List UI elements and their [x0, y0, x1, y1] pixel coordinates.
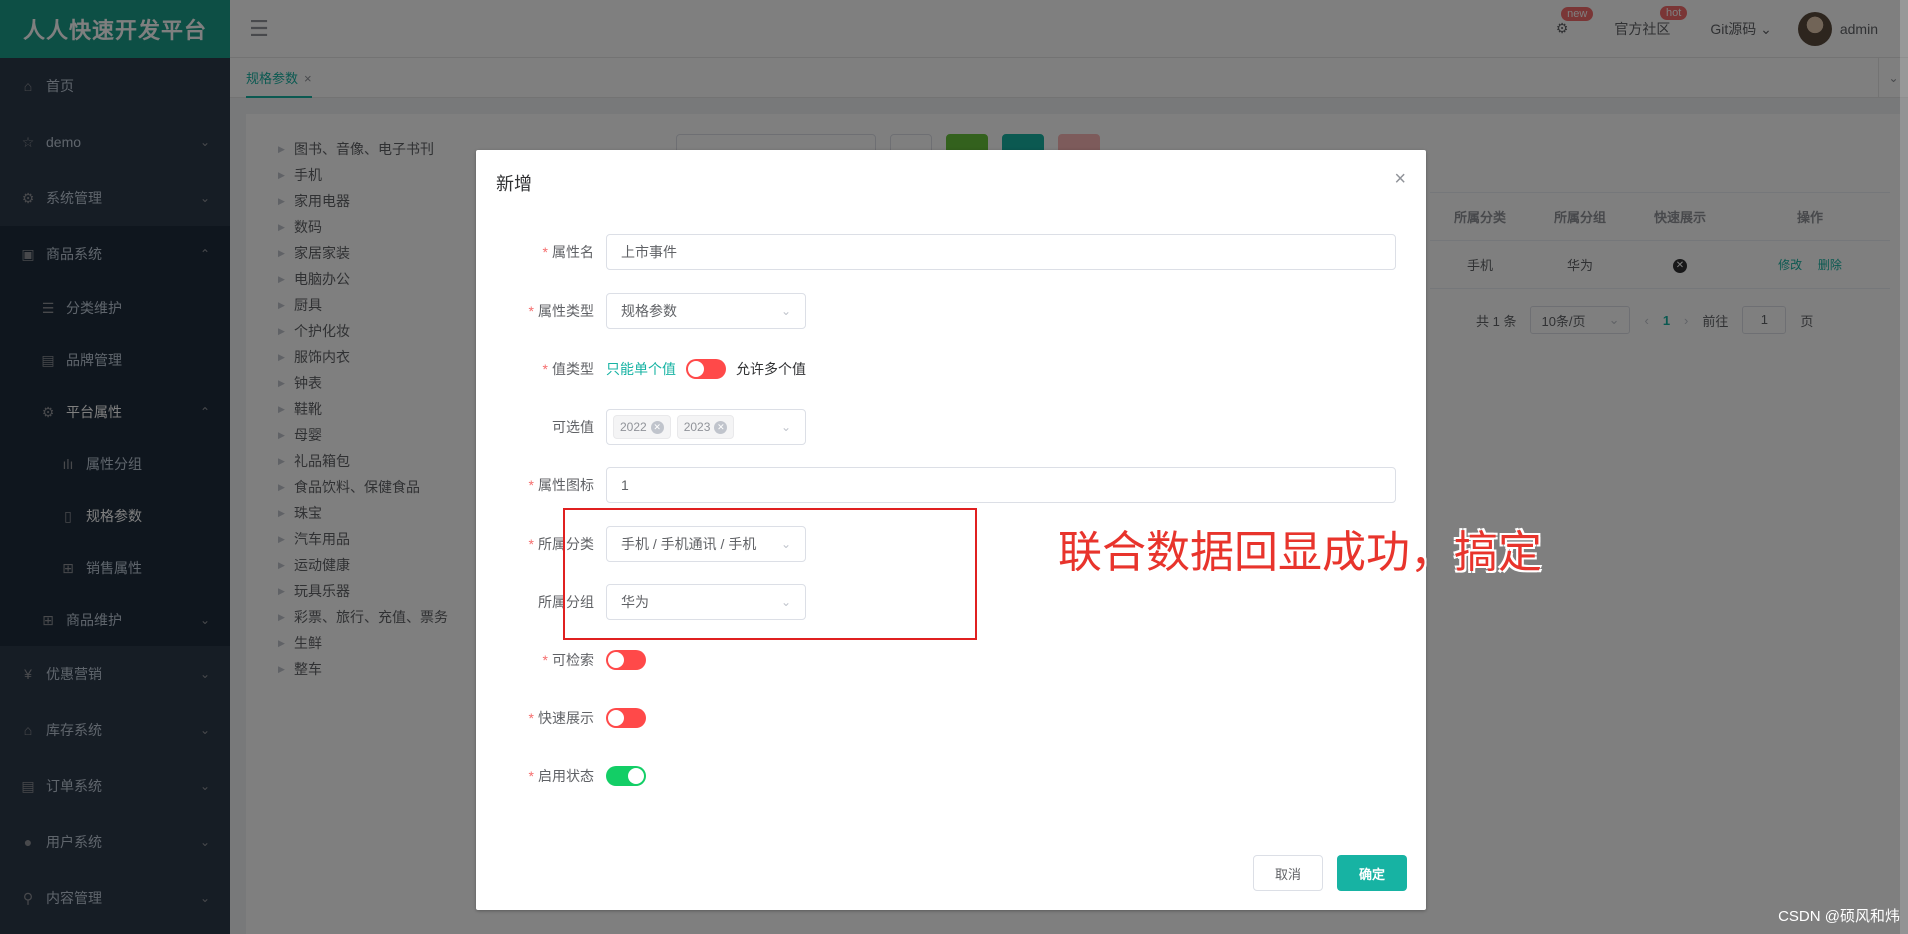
label-text: 可检索: [552, 652, 594, 668]
field-label: * 属性名: [542, 244, 594, 260]
field-options: 可选值 2022 ✕ 2023 ✕ ⌄: [476, 409, 806, 445]
scrollbar[interactable]: [1900, 0, 1908, 934]
attr-icon-input[interactable]: 1: [606, 467, 1396, 503]
switch-right-label: 允许多个值: [736, 361, 806, 377]
confirm-button[interactable]: 确定: [1337, 855, 1407, 891]
watermark: CSDN @硕风和炜: [1778, 908, 1900, 925]
label-text: 属性类型: [538, 303, 594, 319]
label-text: 快速展示: [538, 710, 594, 726]
field-label: * 属性图标: [528, 477, 594, 493]
field-label: * 快速展示: [528, 710, 594, 726]
attr-name-input[interactable]: 上市事件: [606, 234, 1396, 270]
field-label: * 启用状态: [528, 768, 594, 784]
select-value: 规格参数: [621, 303, 677, 319]
field-searchable: * 可检索: [476, 642, 646, 678]
field-quick-show: * 快速展示: [476, 700, 646, 736]
field-label: * 值类型: [542, 361, 594, 377]
field-enable: * 启用状态: [476, 758, 646, 794]
annotation-text: 联合数据回显成功，搞定: [1058, 527, 1542, 578]
dialog-title: 新增: [496, 174, 532, 194]
field-label: * 属性类型: [528, 303, 594, 319]
close-icon[interactable]: ×: [1394, 168, 1406, 191]
attr-type-select[interactable]: 规格参数 ⌄: [606, 293, 806, 329]
value-type-switch[interactable]: [686, 359, 726, 379]
field-attr-icon: * 属性图标 1: [476, 467, 1396, 503]
switch-left-label: 只能单个值: [606, 361, 676, 377]
chevron-down-icon: ⌄: [780, 304, 791, 318]
label-text: 值类型: [552, 361, 594, 377]
close-icon[interactable]: ✕: [650, 420, 664, 434]
field-label: * 可检索: [542, 652, 594, 668]
option-tag: 2022 ✕: [613, 415, 671, 439]
field-attr-type: * 属性类型 规格参数 ⌄: [476, 293, 806, 329]
field-value-type: * 值类型 只能单个值 允许多个值: [476, 351, 806, 387]
tag-text: 2023: [683, 420, 711, 434]
searchable-switch[interactable]: [606, 650, 646, 670]
field-label: 可选值: [552, 419, 594, 435]
chevron-down-icon: ⌄: [780, 420, 791, 434]
quick-show-switch[interactable]: [606, 708, 646, 728]
label-text: 启用状态: [538, 768, 594, 784]
option-tag: 2023 ✕: [676, 415, 735, 439]
label-text: 属性名: [552, 244, 594, 260]
field-attr-name: * 属性名 上市事件: [476, 234, 1396, 270]
tag-text: 2022: [620, 420, 647, 434]
options-select[interactable]: 2022 ✕ 2023 ✕ ⌄: [606, 409, 806, 445]
label-text: 属性图标: [538, 477, 594, 493]
close-icon[interactable]: ✕: [714, 420, 728, 434]
annotation-box: [563, 508, 977, 640]
cancel-button[interactable]: 取消: [1253, 855, 1323, 891]
enable-switch[interactable]: [606, 766, 646, 786]
